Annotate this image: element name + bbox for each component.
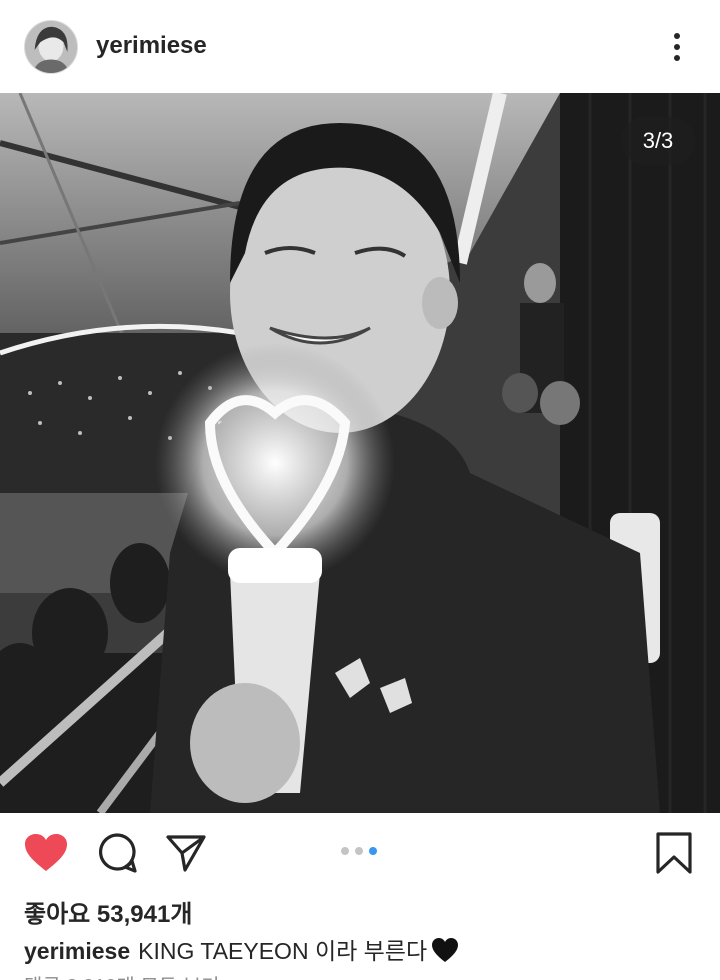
avatar-image bbox=[25, 21, 77, 73]
caption-text: KING TAEYEON 이라 부른다 bbox=[138, 938, 428, 964]
post-header: yerimiese bbox=[0, 0, 720, 93]
view-comments-link[interactable]: 댓글 2,910개 모두 보기 bbox=[24, 970, 220, 980]
comment-icon[interactable] bbox=[96, 832, 138, 874]
post-username[interactable]: yerimiese bbox=[96, 32, 207, 60]
post-image[interactable] bbox=[0, 93, 720, 813]
concert-photo bbox=[0, 93, 720, 813]
carousel-dot bbox=[355, 847, 363, 855]
likes-count[interactable]: 좋아요 53,941개 bbox=[24, 894, 192, 929]
action-bar bbox=[0, 813, 720, 891]
black-heart-icon bbox=[431, 937, 459, 963]
more-vertical-icon[interactable] bbox=[665, 30, 689, 64]
caption: yerimiese KING TAEYEON 이라 부른다 bbox=[24, 932, 459, 966]
carousel-indicator bbox=[341, 847, 381, 857]
carousel-dot bbox=[341, 847, 349, 855]
avatar[interactable] bbox=[24, 20, 78, 74]
bookmark-icon[interactable] bbox=[655, 831, 693, 875]
caption-username[interactable]: yerimiese bbox=[24, 938, 130, 964]
share-icon[interactable] bbox=[165, 833, 207, 873]
carousel-dot-active bbox=[369, 847, 377, 855]
carousel-counter-badge: 3/3 bbox=[621, 117, 695, 165]
heart-icon[interactable] bbox=[24, 833, 68, 873]
